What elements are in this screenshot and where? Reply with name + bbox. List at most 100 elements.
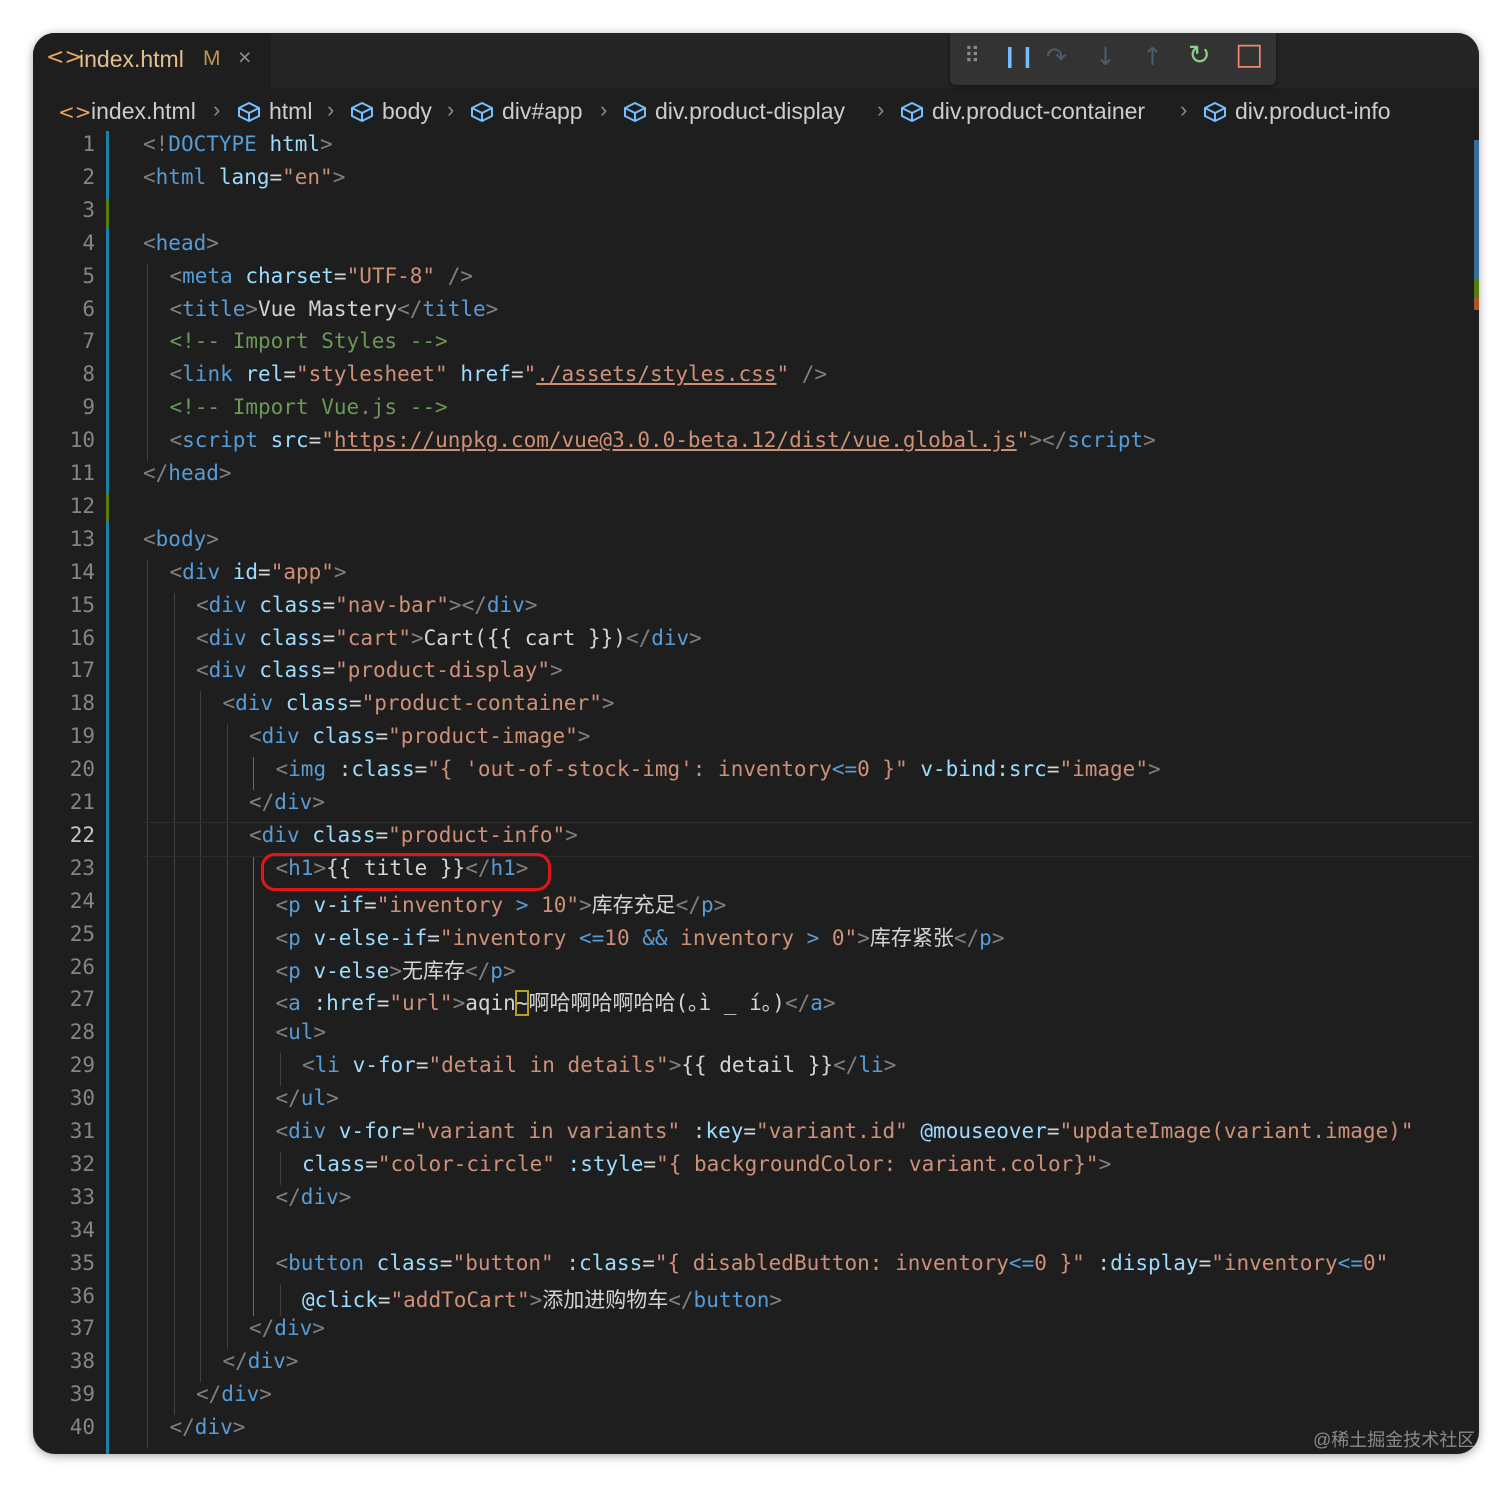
code-line[interactable]: </div> bbox=[249, 1316, 325, 1340]
restart-icon[interactable]: ↻ bbox=[1188, 40, 1211, 71]
code-line[interactable]: <div class="product-container"> bbox=[223, 691, 615, 715]
breadcrumb-item[interactable]: html bbox=[269, 98, 312, 125]
code-line[interactable]: <script src="https://unpkg.com/vue@3.0.0… bbox=[170, 428, 1156, 452]
code-line[interactable]: <meta charset="UTF-8" /> bbox=[170, 264, 474, 288]
code-token: > bbox=[338, 1184, 352, 1209]
code-line[interactable]: <title>Vue Mastery</title> bbox=[170, 297, 499, 321]
code-token: </ bbox=[169, 1415, 195, 1440]
indent-guide bbox=[279, 1151, 281, 1185]
code-token: {{ detail }} bbox=[681, 1053, 834, 1078]
code-token: > bbox=[579, 892, 592, 917]
breadcrumb-item[interactable]: div#app bbox=[502, 98, 583, 125]
code-line[interactable]: <div v-for="variant in variants" :key="v… bbox=[276, 1119, 1414, 1143]
code-token: < bbox=[249, 822, 262, 847]
code-token: = bbox=[376, 991, 390, 1016]
code-line[interactable]: </div> bbox=[249, 790, 325, 814]
pause-icon[interactable]: ❙❙ bbox=[1001, 44, 1036, 68]
line-number: 1 bbox=[82, 132, 95, 156]
code-line[interactable]: @click="addToCart">添加进购物车</button> bbox=[302, 1284, 782, 1314]
code-line[interactable]: <!-- Import Vue.js --> bbox=[170, 395, 448, 419]
stop-icon[interactable]: □ bbox=[1235, 37, 1263, 72]
code-line[interactable]: <!-- Import Styles --> bbox=[170, 329, 448, 353]
line-number: 8 bbox=[82, 362, 95, 387]
code-token: ul bbox=[300, 1086, 327, 1111]
code-line[interactable]: <html lang="en"> bbox=[143, 165, 345, 189]
code-line[interactable]: class="color-circle" :style="{ backgroun… bbox=[302, 1152, 1111, 1176]
breadcrumb-item[interactable]: div.product-container bbox=[932, 98, 1145, 125]
code-token: button bbox=[288, 1250, 365, 1275]
code-token: = bbox=[427, 925, 440, 950]
code-line[interactable]: <div class="cart">Cart({{ cart }})</div> bbox=[196, 626, 702, 650]
tab-index-html[interactable]: <> index.html M × bbox=[33, 33, 271, 88]
code-line[interactable]: <link rel="stylesheet" href="./assets/st… bbox=[170, 362, 828, 386]
code-line[interactable]: <head> bbox=[143, 231, 219, 255]
code-token: 0" bbox=[819, 925, 858, 950]
gutter-added-marker bbox=[106, 493, 109, 521]
code-token: "{ 'out-of-stock-img': inventory bbox=[427, 757, 832, 782]
code-line[interactable]: <p v-else>无库存</p> bbox=[276, 955, 516, 985]
code-token: 0" bbox=[1362, 1250, 1389, 1275]
code-line[interactable]: <img :class="{ 'out-of-stock-img': inven… bbox=[276, 757, 1161, 781]
code-line[interactable]: <p v-else-if="inventory <=10 && inventor… bbox=[276, 922, 1005, 952]
code-token: < bbox=[275, 1119, 289, 1143]
code-token: 库存紧张 bbox=[869, 925, 954, 950]
line-number: 2 bbox=[82, 164, 95, 189]
code-line[interactable]: <ul> bbox=[276, 1020, 327, 1044]
code-line[interactable]: <div id="app"> bbox=[170, 560, 347, 584]
code-token: 添加进购物车 bbox=[542, 1287, 669, 1312]
code-token: a bbox=[810, 991, 823, 1016]
code-token: "variant in variants" bbox=[414, 1119, 681, 1143]
code-token: "product-container" bbox=[361, 691, 602, 716]
scrollbar-thumb[interactable] bbox=[1474, 140, 1479, 280]
code-editor[interactable]: 1 <!DOCTYPE html> 2 <html lang="en"> 3 4 <head… bbox=[33, 131, 1479, 1454]
tab-bar: <> index.html M × ⠿ ❙❙ ↷ ↓ ↑ ↻ □ bbox=[33, 33, 1479, 88]
code-line[interactable]: </div> bbox=[223, 1349, 299, 1373]
code-token: > bbox=[206, 230, 219, 255]
code-line[interactable]: </div> bbox=[170, 1415, 246, 1439]
code-token: < bbox=[169, 362, 183, 387]
drag-handle-icon[interactable]: ⠿ bbox=[964, 44, 980, 69]
code-token: < bbox=[222, 691, 236, 716]
code-line[interactable]: <div class="nav-bar"></div> bbox=[196, 593, 537, 617]
code-line[interactable]: <li v-for="detail in details">{{ detail … bbox=[302, 1053, 896, 1077]
code-line[interactable]: <button class="button" :class="{ disable… bbox=[276, 1251, 1389, 1275]
code-line[interactable]: <div class="product-info"> bbox=[249, 823, 578, 847]
breadcrumb-item[interactable]: index.html bbox=[91, 98, 196, 125]
code-token: html bbox=[155, 164, 207, 189]
code-line[interactable]: </head> bbox=[143, 461, 232, 485]
code-token: 啊哈啊哈啊哈哈(｡ì _ í｡) bbox=[528, 991, 785, 1016]
breadcrumb-item[interactable]: div.product-display bbox=[655, 98, 845, 125]
indent-guide bbox=[253, 855, 254, 1317]
line-number: 38 bbox=[69, 1349, 95, 1374]
breadcrumb-item[interactable]: body bbox=[382, 98, 432, 125]
code-token: "product-image" bbox=[388, 724, 578, 749]
code-line[interactable]: </ul> bbox=[276, 1086, 339, 1110]
code-token: < bbox=[275, 892, 289, 917]
code-token: < bbox=[169, 559, 183, 584]
code-line[interactable]: </div> bbox=[276, 1185, 352, 1209]
code-token: = bbox=[258, 559, 271, 584]
step-into-icon[interactable]: ↓ bbox=[1095, 42, 1116, 71]
code-token: div bbox=[221, 1382, 260, 1407]
code-line[interactable]: <div class="product-image"> bbox=[249, 724, 590, 748]
line-number: 35 bbox=[69, 1250, 95, 1275]
code-line[interactable]: </div> bbox=[196, 1382, 272, 1406]
code-line[interactable]: <div class="product-display"> bbox=[196, 658, 563, 682]
code-token: > bbox=[1147, 757, 1161, 782]
close-icon[interactable]: × bbox=[238, 44, 251, 71]
code-token: = bbox=[743, 1119, 757, 1143]
chevron-right-icon: › bbox=[877, 97, 885, 122]
line-number: 16 bbox=[69, 625, 95, 650]
step-over-icon[interactable]: ↷ bbox=[1046, 42, 1067, 71]
code-token: < bbox=[143, 526, 156, 551]
code-line[interactable]: <!DOCTYPE html> bbox=[143, 132, 333, 156]
code-token: "button" bbox=[452, 1250, 554, 1275]
code-line[interactable]: <p v-if="inventory > 10">库存充足</p> bbox=[276, 889, 727, 919]
code-line[interactable]: <a :href="url">aqin~啊哈啊哈啊哈哈(｡ì _ í｡)</a> bbox=[276, 987, 836, 1017]
code-line[interactable]: <body> bbox=[143, 527, 219, 551]
code-token: "en" bbox=[282, 164, 333, 189]
line-number: 36 bbox=[69, 1283, 95, 1308]
breadcrumb-item[interactable]: div.product-info bbox=[1235, 98, 1391, 125]
step-out-icon[interactable]: ↑ bbox=[1142, 42, 1163, 71]
